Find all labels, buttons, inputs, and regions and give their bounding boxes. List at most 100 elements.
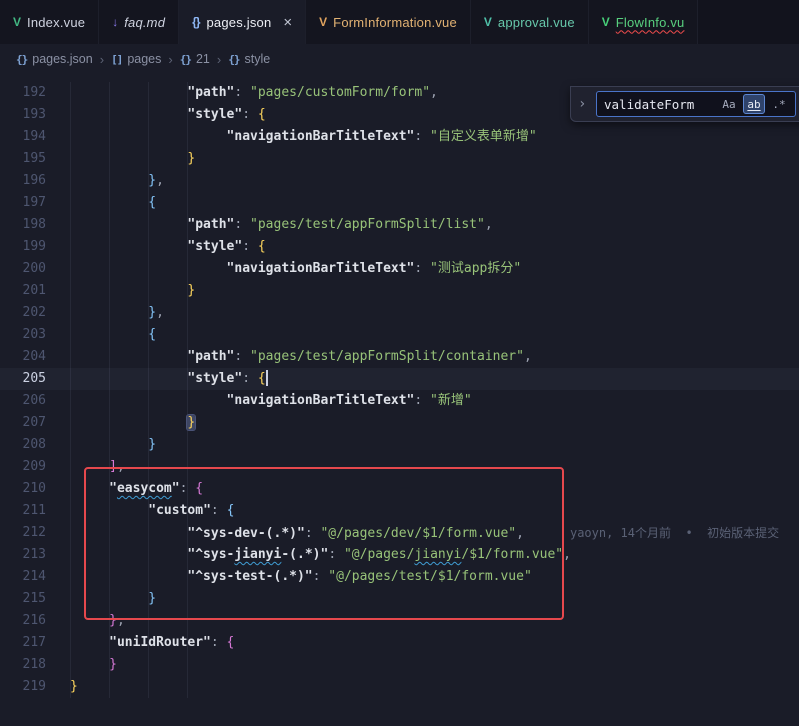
code-line-209[interactable]: 209 ], [0,456,799,478]
code-line-195[interactable]: 195 } [0,148,799,170]
code-line-216[interactable]: 216 }, [0,610,799,632]
line-number[interactable]: 204 [0,346,46,368]
line-number[interactable]: 207 [0,412,46,434]
tab-form-information-vue[interactable]: VFormInformation.vue [306,0,471,44]
line-number[interactable]: 213 [0,544,46,566]
line-number[interactable]: 193 [0,104,46,126]
tab-label: FlowInfo.vu [616,15,685,30]
line-number[interactable]: 210 [0,478,46,500]
code-line-205[interactable]: 205 "style": { [0,368,799,390]
code-line-207[interactable]: 207 } [0,412,799,434]
tab-pages-json[interactable]: {}pages.json× [179,0,306,44]
whole-word-toggle[interactable]: ab [743,94,765,114]
code-token [70,195,148,210]
code-token: "style" [187,371,242,386]
line-number[interactable]: 201 [0,280,46,302]
tab-flowinfo-vue[interactable]: VFlowInfo.vu [589,0,699,44]
find-input-box[interactable]: Aaab.* [596,91,796,117]
toggle-replace-chevron-icon[interactable]: › [578,96,592,112]
line-number[interactable]: 206 [0,390,46,412]
code-line-214[interactable]: 214 "^sys-test-(.*)": "@/pages/test/$1/f… [0,566,799,588]
line-number[interactable]: 202 [0,302,46,324]
line-number[interactable]: 216 [0,610,46,632]
line-number[interactable]: 205 [0,368,46,390]
tab-approval-vue[interactable]: Vapproval.vue [471,0,589,44]
code-editor[interactable]: 192 "path": "pages/customForm/form",193 … [0,74,799,726]
code-token: : [242,239,258,254]
code-token: "@/pages/ [344,547,414,562]
code-token: "uniIdRouter" [109,635,211,650]
breadcrumb-item-21[interactable]: {}21 [180,52,210,66]
code-token: "pages/customForm/form" [250,85,430,100]
code-line-219[interactable]: 219} [0,676,799,698]
code-line-206[interactable]: 206 "navigationBarTitleText": "新增" [0,390,799,412]
code-token: "^sys-test-(.*)" [187,569,312,584]
vue-icon: V [319,15,326,29]
code-line-217[interactable]: 217 "uniIdRouter": { [0,632,799,654]
find-query-input[interactable] [602,96,718,113]
code-line-202[interactable]: 202 }, [0,302,799,324]
line-number[interactable]: 195 [0,148,46,170]
breadcrumb-item-pages[interactable]: []pages [111,52,161,66]
line-number[interactable]: 219 [0,676,46,698]
code-line-197[interactable]: 197 { [0,192,799,214]
code-line-196[interactable]: 196 }, [0,170,799,192]
code-token: { [227,503,235,518]
code-token [70,547,187,562]
tab-index-vue[interactable]: VIndex.vue [0,0,99,44]
close-icon[interactable]: × [283,15,292,30]
line-number[interactable]: 192 [0,82,46,104]
tab-faq-md[interactable]: ↓faq.md [99,0,179,44]
code-line-204[interactable]: 204 "path": "pages/test/appFormSplit/con… [0,346,799,368]
line-number[interactable]: 194 [0,126,46,148]
line-number[interactable]: 211 [0,500,46,522]
code-line-218[interactable]: 218 } [0,654,799,676]
code-text: ], [70,456,125,478]
line-number[interactable]: 203 [0,324,46,346]
code-token: "navigationBarTitleText" [227,261,415,276]
code-line-208[interactable]: 208 } [0,434,799,456]
line-number[interactable]: 214 [0,566,46,588]
code-line-201[interactable]: 201 } [0,280,799,302]
line-number[interactable]: 209 [0,456,46,478]
line-number[interactable]: 212 [0,522,46,544]
line-number[interactable]: 208 [0,434,46,456]
line-number[interactable]: 217 [0,632,46,654]
code-line-203[interactable]: 203 { [0,324,799,346]
code-text: "navigationBarTitleText": "自定义表单新增" [70,126,537,148]
code-line-194[interactable]: 194 "navigationBarTitleText": "自定义表单新增" [0,126,799,148]
code-line-212[interactable]: 212 "^sys-dev-(.*)": "@/pages/dev/$1/for… [0,522,799,544]
tab-label: approval.vue [498,15,575,30]
code-line-199[interactable]: 199 "style": { [0,236,799,258]
breadcrumb-item-pages.json[interactable]: {}pages.json [16,52,93,66]
vue-icon: V [484,15,491,29]
code-token: { [258,239,266,254]
code-line-210[interactable]: 210 "easycom": { [0,478,799,500]
code-text: { [70,324,156,346]
code-token: "path" [187,85,234,100]
line-number[interactable]: 215 [0,588,46,610]
code-token [70,569,187,584]
line-number[interactable]: 197 [0,192,46,214]
line-number[interactable]: 218 [0,654,46,676]
match-case-toggle[interactable]: Aa [718,94,740,114]
code-token: "style" [187,239,242,254]
code-line-215[interactable]: 215 } [0,588,799,610]
code-line-213[interactable]: 213 "^sys-jianyi-(.*)": "@/pages/jianyi/… [0,544,799,566]
code-token: } [109,657,117,672]
code-token [70,129,227,144]
code-token: { [148,327,156,342]
code-token: , [430,85,438,100]
vscode-editor-window: VIndex.vue↓faq.md{}pages.json×VFormInfor… [0,0,799,726]
line-number[interactable]: 200 [0,258,46,280]
line-number[interactable]: 196 [0,170,46,192]
regex-toggle[interactable]: .* [768,94,790,114]
breadcrumb-item-style[interactable]: {}style [228,52,270,66]
code-token: "pages/test/appFormSplit/container" [250,349,524,364]
code-line-211[interactable]: 211 "custom": { [0,500,799,522]
line-number[interactable]: 199 [0,236,46,258]
code-line-200[interactable]: 200 "navigationBarTitleText": "测试app拆分" [0,258,799,280]
code-line-198[interactable]: 198 "path": "pages/test/appFormSplit/lis… [0,214,799,236]
line-number[interactable]: 198 [0,214,46,236]
code-token: : [414,393,430,408]
